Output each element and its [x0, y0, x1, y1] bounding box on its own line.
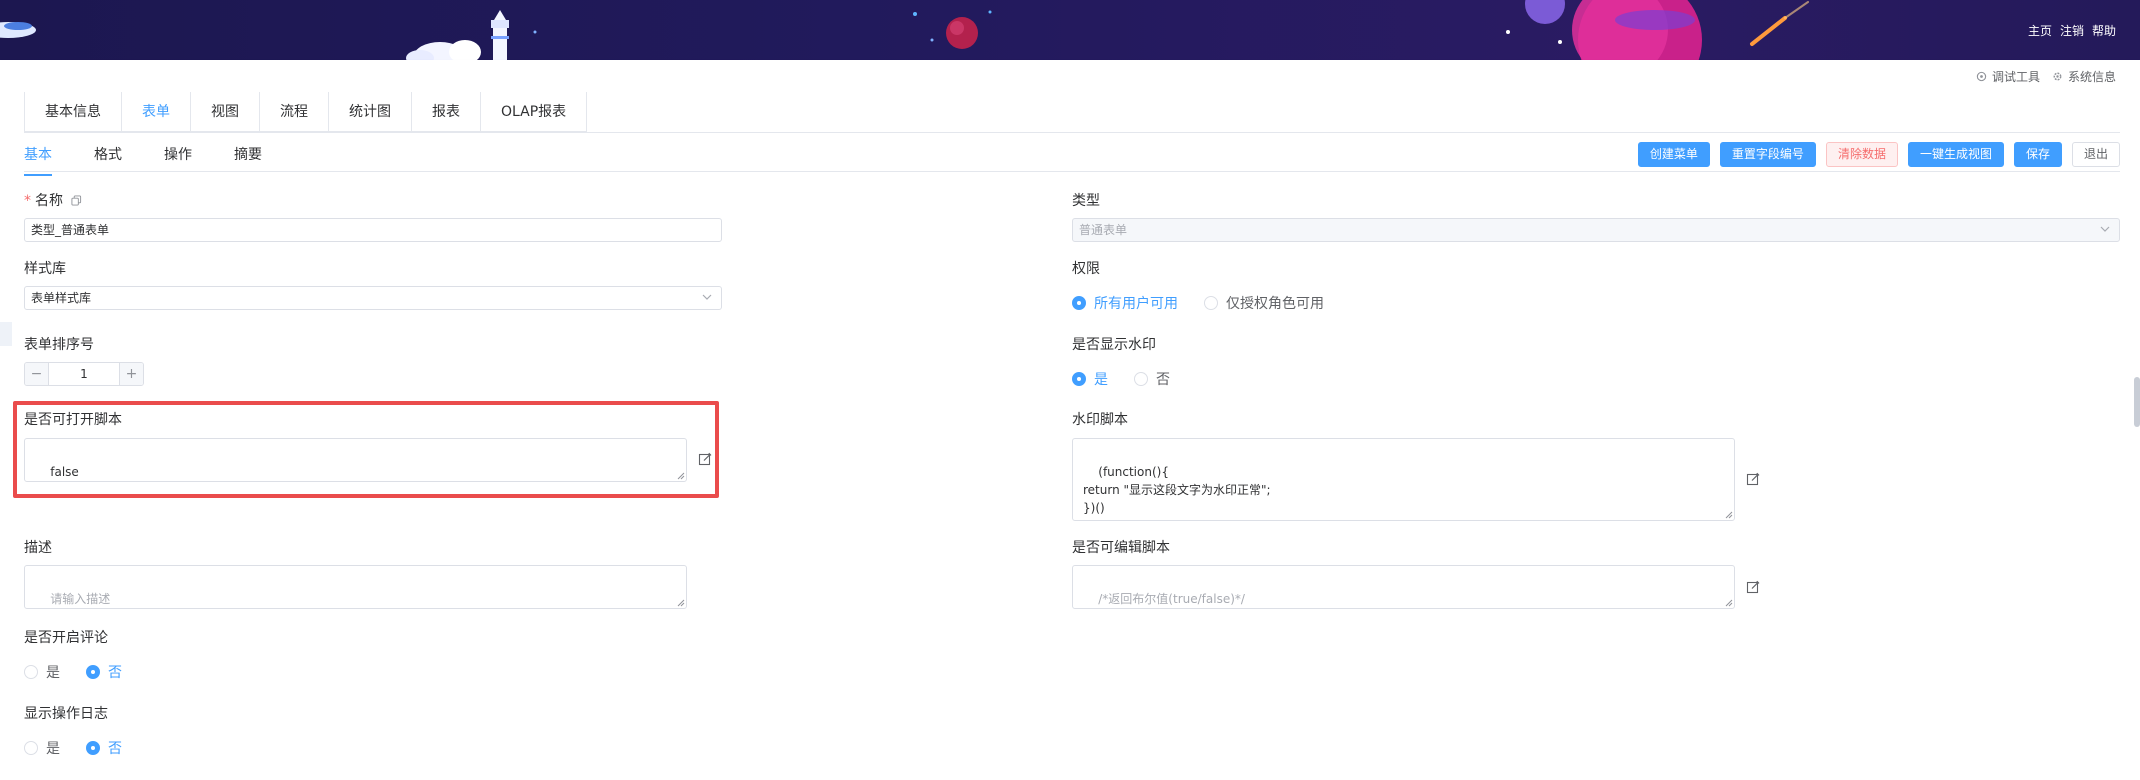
resize-grip-icon: [1725, 599, 1733, 607]
decrement-button[interactable]: −: [25, 363, 49, 385]
main-tabs: 基本信息 表单 视图 流程 统计图 报表 OLAP报表: [24, 92, 588, 132]
subtab-summary[interactable]: 摘要: [234, 144, 262, 174]
sort-number-stepper: − 1 +: [24, 362, 144, 386]
tab-olap-report[interactable]: OLAP报表: [481, 92, 586, 132]
debug-tool-button[interactable]: 调试工具: [1976, 68, 2040, 85]
permission-radio-group: 所有用户可用 仅授权角色可用: [1072, 293, 1324, 313]
bug-icon: [1976, 71, 1987, 82]
gear-icon: [2053, 72, 2062, 81]
radio-dot: [1204, 296, 1218, 310]
permission-all-users[interactable]: 所有用户可用: [1072, 293, 1178, 313]
create-menu-button[interactable]: 创建菜单: [1637, 142, 1710, 167]
edit-icon[interactable]: [1746, 580, 1760, 594]
type-select[interactable]: 普通表单: [1072, 218, 2120, 242]
edit-script-placeholder: /*返回布尔值(true/false)*/: [1098, 592, 1245, 606]
edit-script-label: 是否可编辑脚本: [1072, 540, 1170, 556]
style-library-value: 表单样式库: [31, 291, 92, 305]
chevron-down-icon: [2100, 226, 2110, 232]
logout-link[interactable]: 注销: [2060, 22, 2084, 39]
highlight-annotation-box: [13, 401, 719, 498]
tab-view[interactable]: 视图: [191, 92, 260, 132]
description-placeholder: 请输入描述: [50, 592, 111, 606]
subtab-basic[interactable]: 基本: [24, 144, 52, 176]
type-label: 类型: [1072, 193, 1100, 209]
system-info-label: 系统信息: [2067, 70, 2116, 84]
name-label: * 名称: [24, 190, 82, 210]
show-log-no[interactable]: 否: [86, 738, 122, 758]
radio-dot: [86, 741, 100, 755]
permission-authorized-roles[interactable]: 仅授权角色可用: [1204, 293, 1324, 313]
resize-grip-icon: [677, 599, 685, 607]
home-link[interactable]: 主页: [2028, 22, 2052, 39]
subtab-divider: [24, 171, 2120, 172]
radio-dot: [24, 741, 38, 755]
watermark-script-value: (function(){ return "显示这段文字为水印正常"; })(): [1083, 465, 1271, 515]
watermark-script-label: 水印脚本: [1072, 412, 1128, 428]
generate-view-button[interactable]: 一键生成视图: [1907, 142, 2004, 167]
tab-report[interactable]: 报表: [412, 92, 481, 132]
banner-illustration: [0, 0, 1809, 60]
show-watermark-label: 是否显示水印: [1072, 337, 1156, 353]
style-library-label: 样式库: [24, 261, 66, 277]
type-value: 普通表单: [1079, 223, 1128, 237]
enable-comment-label: 是否开启评论: [24, 630, 108, 646]
clear-data-button[interactable]: 清除数据: [1825, 142, 1898, 167]
save-button[interactable]: 保存: [2013, 142, 2062, 167]
header-banner: 主页 注销 帮助: [0, 0, 2140, 60]
show-log-radio-group: 是 否: [24, 738, 122, 758]
tab-form[interactable]: 表单: [122, 92, 191, 132]
tab-flow[interactable]: 流程: [260, 92, 329, 132]
debug-tool-label: 调试工具: [1991, 70, 2040, 84]
resize-grip-icon: [1725, 511, 1733, 519]
show-watermark-yes[interactable]: 是: [1072, 369, 1108, 389]
exit-button[interactable]: 退出: [2071, 142, 2120, 167]
top-links: 主页 注销 帮助: [2028, 22, 2116, 39]
description-textarea[interactable]: 请输入描述: [24, 565, 687, 609]
sort-number-value[interactable]: 1: [49, 363, 119, 385]
left-edge-marker: [0, 322, 12, 346]
reset-field-number-button[interactable]: 重置字段编号: [1719, 142, 1816, 167]
enable-comment-no[interactable]: 否: [86, 662, 122, 682]
vertical-scrollbar[interactable]: [2134, 377, 2140, 427]
top-toolbar: 调试工具 系统信息: [0, 60, 2140, 92]
enable-comment-yes[interactable]: 是: [24, 662, 60, 682]
help-link[interactable]: 帮助: [2092, 22, 2116, 39]
increment-button[interactable]: +: [119, 363, 143, 385]
system-info-button[interactable]: 系统信息: [2052, 68, 2116, 85]
copy-icon[interactable]: [71, 195, 82, 206]
chevron-down-icon: [702, 294, 712, 300]
sub-tabs: 基本 格式 操作 摘要: [24, 144, 262, 176]
radio-dot: [1072, 296, 1086, 310]
name-input[interactable]: 类型_普通表单: [24, 218, 722, 242]
description-label: 描述: [24, 540, 52, 556]
subtab-operation[interactable]: 操作: [164, 144, 192, 174]
action-buttons: 创建菜单 重置字段编号 清除数据 一键生成视图 保存 退出: [1637, 142, 2120, 167]
radio-dot: [1134, 372, 1148, 386]
show-watermark-no[interactable]: 否: [1134, 369, 1170, 389]
watermark-script-textarea[interactable]: (function(){ return "显示这段文字为水印正常"; })(): [1072, 438, 1735, 521]
show-log-label: 显示操作日志: [24, 706, 108, 722]
radio-dot: [86, 665, 100, 679]
radio-dot: [24, 665, 38, 679]
show-watermark-radio-group: 是 否: [1072, 369, 1170, 389]
edit-icon[interactable]: [1746, 472, 1760, 486]
style-library-select[interactable]: 表单样式库: [24, 286, 722, 310]
tab-basic-info[interactable]: 基本信息: [25, 92, 122, 132]
subtab-format[interactable]: 格式: [94, 144, 122, 174]
tab-chart[interactable]: 统计图: [329, 92, 412, 132]
show-log-yes[interactable]: 是: [24, 738, 60, 758]
permission-label: 权限: [1072, 261, 1100, 277]
enable-comment-radio-group: 是 否: [24, 662, 122, 682]
radio-dot: [1072, 372, 1086, 386]
edit-script-textarea[interactable]: /*返回布尔值(true/false)*/: [1072, 565, 1735, 609]
tab-divider: [24, 132, 2120, 133]
sort-number-label: 表单排序号: [24, 337, 94, 353]
